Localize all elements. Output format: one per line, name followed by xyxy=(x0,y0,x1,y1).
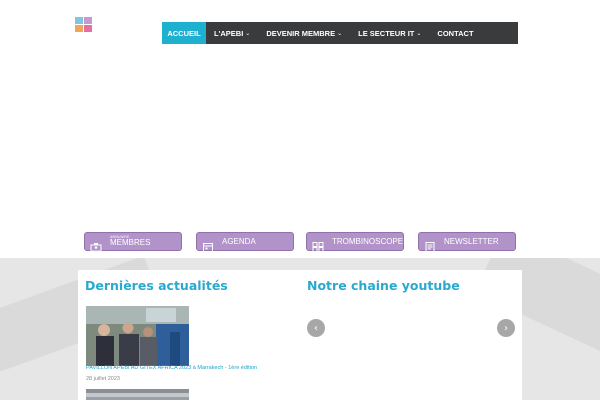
news-image-secondary[interactable] xyxy=(86,389,189,400)
news-image[interactable] xyxy=(86,306,189,366)
carousel-prev-button[interactable]: ‹ xyxy=(307,319,325,337)
chevron-down-icon: ⌄ xyxy=(245,30,251,37)
annuaire-membres-button[interactable]: ANNUAIRE MEMBRES xyxy=(84,232,182,251)
newsletter-button[interactable]: NEWSLETTER xyxy=(418,232,516,252)
chevron-down-icon: ⌄ xyxy=(416,30,422,37)
content-panel: Dernières actualités PAVILLON APEBI AU G… xyxy=(78,270,522,400)
carousel-next-button[interactable]: › xyxy=(497,319,515,337)
nav-item-apebi[interactable]: L'APEBI ⌄ xyxy=(206,22,258,44)
quicklink-label: NEWSLETTER xyxy=(444,237,499,246)
newsletter-icon xyxy=(424,237,436,252)
news-item-title[interactable]: PAVILLON APEBI AU GITEX AFRICA 2023 à Ma… xyxy=(86,365,257,371)
news-item-date: 28 juillet 2023 xyxy=(86,376,120,382)
nav-item-devenir-membre[interactable]: DEVENIR MEMBRE ⌄ xyxy=(258,22,350,44)
calendar-icon xyxy=(202,237,214,252)
nav-item-label: L'APEBI xyxy=(214,28,244,38)
trombinoscope-button[interactable]: TROMBINOSCOPE xyxy=(306,232,404,252)
chevron-right-icon: › xyxy=(504,322,508,334)
nav-item-secteur-it[interactable]: LE SECTEUR IT ⌄ xyxy=(350,22,429,44)
directory-icon xyxy=(90,237,102,251)
main-nav: ACCUEIL L'APEBI ⌄ DEVENIR MEMBRE ⌄ LE SE… xyxy=(162,22,518,44)
chevron-left-icon: ‹ xyxy=(314,322,318,334)
nav-item-label: DEVENIR MEMBRE xyxy=(266,28,336,38)
nav-item-label: LE SECTEUR IT xyxy=(358,28,415,38)
nav-item-accueil[interactable]: ACCUEIL xyxy=(162,22,206,44)
nav-item-label: ACCUEIL xyxy=(167,28,201,38)
nav-item-contact[interactable]: CONTACT xyxy=(429,22,481,44)
agenda-button[interactable]: AGENDA xyxy=(196,232,294,252)
news-heading: Dernières actualités xyxy=(85,278,228,293)
apebi-logo[interactable] xyxy=(75,17,93,33)
quicklink-label: AGENDA xyxy=(222,237,256,246)
quicklink-label: MEMBRES xyxy=(110,238,151,248)
nav-item-label: CONTACT xyxy=(437,28,474,38)
chevron-down-icon: ⌄ xyxy=(337,30,343,37)
quicklink-label: TROMBINOSCOPE xyxy=(332,237,404,246)
youtube-heading: Notre chaine youtube xyxy=(307,278,460,293)
grid-icon xyxy=(312,237,324,252)
